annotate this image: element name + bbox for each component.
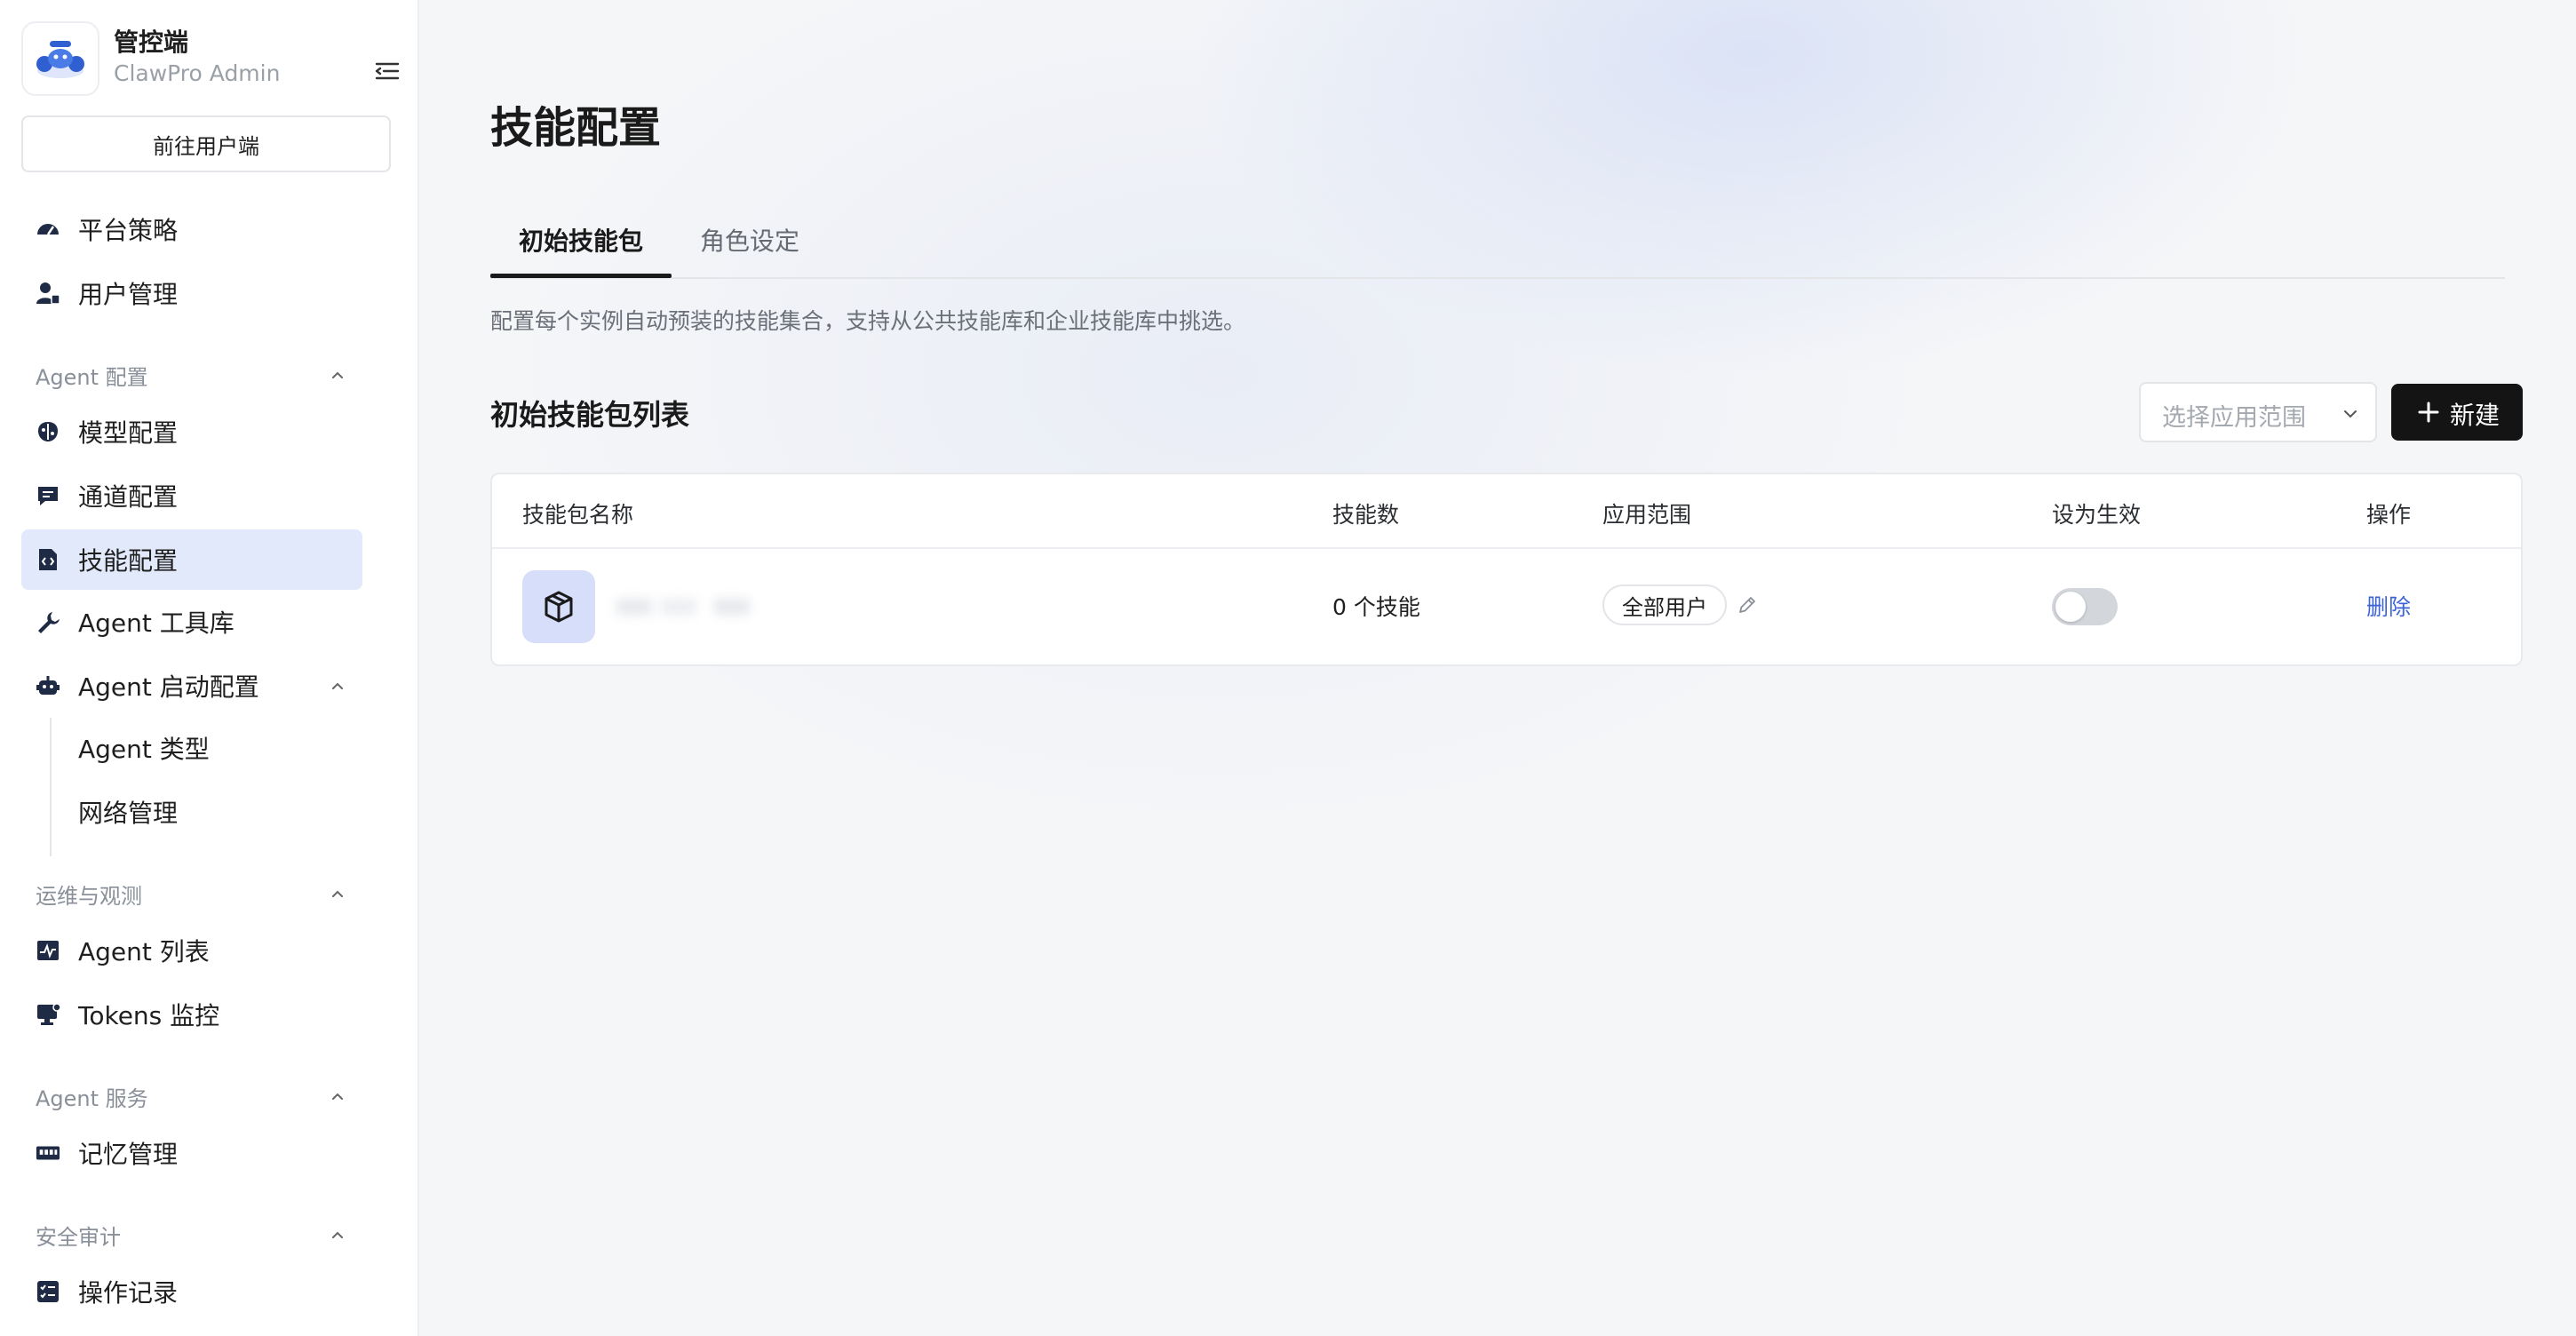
table-header: 技能包名称 技能数 应用范围 设为生效 操作 [492, 474, 2521, 549]
wrench-icon [36, 609, 60, 634]
memory-chip-icon [36, 1141, 60, 1165]
page-title: 技能配置 [490, 103, 662, 153]
column-header-action: 操作 [2366, 502, 2412, 528]
sidebar-item-skill-config[interactable]: 技能配置 [21, 529, 362, 590]
skill-pack-table: 技能包名称 技能数 应用范围 设为生效 操作 0 个技能 全部用户 删除 [490, 473, 2523, 666]
sidebar-item-label: 技能配置 [78, 546, 179, 576]
group-label: 安全审计 [36, 1224, 121, 1250]
column-header-name: 技能包名称 [522, 502, 634, 528]
activate-toggle[interactable] [2052, 588, 2118, 625]
user-manage-icon [36, 281, 60, 306]
section-title: 初始技能包列表 [490, 398, 690, 432]
group-header-ops-observe[interactable]: 运维与观测 [21, 874, 362, 913]
brain-icon [36, 419, 60, 444]
monitor-icon [36, 1002, 60, 1027]
sidebar-item-label: 用户管理 [78, 280, 179, 309]
chevron-up-icon [327, 364, 348, 386]
sidebar-item-label: 模型配置 [78, 418, 179, 448]
column-header-scope: 应用范围 [1602, 502, 1692, 528]
edit-pencil-icon[interactable] [1736, 593, 1761, 618]
main-content: 技能配置 初始技能包 角色设定 配置每个实例自动预装的技能集合，支持从公共技能库… [419, 0, 2576, 1336]
sidebar-item-label: 记忆管理 [78, 1140, 179, 1169]
group-header-security-audit[interactable]: 安全审计 [21, 1215, 362, 1254]
collapse-sidebar-icon[interactable] [373, 60, 412, 92]
skill-count-cell: 0 个技能 [1332, 594, 1420, 620]
activity-chart-icon [36, 938, 60, 963]
sidebar-item-label: Agent 列表 [78, 937, 210, 966]
scope-select[interactable]: 选择应用范围 [2139, 382, 2377, 442]
sidebar-item-label: Agent 启动配置 [78, 672, 259, 702]
sidebar-item-operation-log[interactable]: 操作记录 [21, 1261, 362, 1322]
column-header-skill-count: 技能数 [1332, 502, 1400, 528]
sidebar-item-network-mgmt[interactable]: 网络管理 [21, 782, 362, 842]
skill-pack-name [616, 592, 750, 618]
chevron-up-icon [327, 883, 348, 904]
dashboard-gauge-icon [36, 217, 60, 242]
message-icon [36, 483, 60, 508]
group-header-agent-config[interactable]: Agent 配置 [21, 355, 362, 394]
sidebar-item-label: Tokens 监控 [78, 1001, 220, 1030]
scope-tag: 全部用户 [1602, 584, 1727, 625]
goto-user-portal-button[interactable]: 前往用户端 [21, 115, 391, 172]
sidebar-item-agent-boot-config[interactable]: Agent 启动配置 [21, 656, 362, 716]
tab-role-setting[interactable]: 角色设定 [700, 222, 799, 258]
sidebar-item-platform-policy[interactable]: 平台策略 [21, 199, 362, 259]
sidebar-item-label: Agent 工具库 [78, 608, 235, 638]
sidebar-item-model-config[interactable]: 模型配置 [21, 402, 362, 462]
tab-initial-skill-pack[interactable]: 初始技能包 [519, 222, 643, 258]
table-row: 0 个技能 全部用户 删除 [492, 549, 2521, 666]
sidebar-item-channel-config[interactable]: 通道配置 [21, 465, 362, 526]
new-button-label: 新建 [2450, 401, 2500, 430]
chevron-up-icon [327, 1224, 348, 1245]
new-button[interactable]: 新建 [2391, 384, 2523, 441]
checklist-icon [36, 1279, 60, 1304]
redacted-name-placeholder [616, 599, 750, 615]
active-tab-indicator [490, 274, 672, 278]
toggle-knob [2055, 592, 2086, 622]
delete-link[interactable]: 删除 [2366, 590, 2411, 622]
plus-icon [2416, 400, 2441, 428]
tab-bar: 初始技能包 角色设定 [490, 204, 2505, 279]
app-title: 管控端 [114, 28, 189, 57]
group-label: 运维与观测 [36, 883, 142, 909]
app-logo [21, 21, 99, 96]
code-file-icon [36, 547, 60, 572]
brand: 管控端 ClawPro Admin [21, 21, 400, 96]
column-header-active: 设为生效 [2052, 502, 2142, 528]
sidebar: 管控端 ClawPro Admin 前往用户端 平台策略 用户管理 Agent … [0, 0, 419, 1336]
sidebar-item-user-mgmt[interactable]: 用户管理 [21, 263, 362, 323]
sidebar-item-label: 平台策略 [78, 216, 179, 245]
sidebar-item-agent-type[interactable]: Agent 类型 [21, 718, 362, 778]
sidebar-item-agent-list[interactable]: Agent 列表 [21, 920, 362, 981]
chevron-up-icon [327, 675, 348, 700]
scope-select-placeholder: 选择应用范围 [2162, 404, 2306, 432]
sidebar-item-memory-mgmt[interactable]: 记忆管理 [21, 1123, 362, 1183]
group-label: Agent 服务 [36, 1086, 148, 1111]
chevron-down-icon [2340, 403, 2361, 428]
sidebar-item-label: 网络管理 [78, 799, 179, 828]
app-subtitle: ClawPro Admin [114, 60, 281, 86]
robot-icon [36, 673, 60, 698]
sidebar-item-agent-toolbox[interactable]: Agent 工具库 [21, 592, 362, 652]
chevron-up-icon [327, 1086, 348, 1107]
page-description: 配置每个实例自动预装的技能集合，支持从公共技能库和企业技能库中挑选。 [490, 308, 1246, 334]
sidebar-item-label: 通道配置 [78, 482, 179, 512]
sidebar-item-label: Agent 类型 [78, 735, 210, 764]
sidebar-item-tokens-monitor[interactable]: Tokens 监控 [21, 984, 362, 1045]
sidebar-item-label: 操作记录 [78, 1278, 179, 1308]
package-icon [522, 570, 595, 643]
group-header-agent-service[interactable]: Agent 服务 [21, 1077, 362, 1116]
group-label: Agent 配置 [36, 364, 148, 390]
